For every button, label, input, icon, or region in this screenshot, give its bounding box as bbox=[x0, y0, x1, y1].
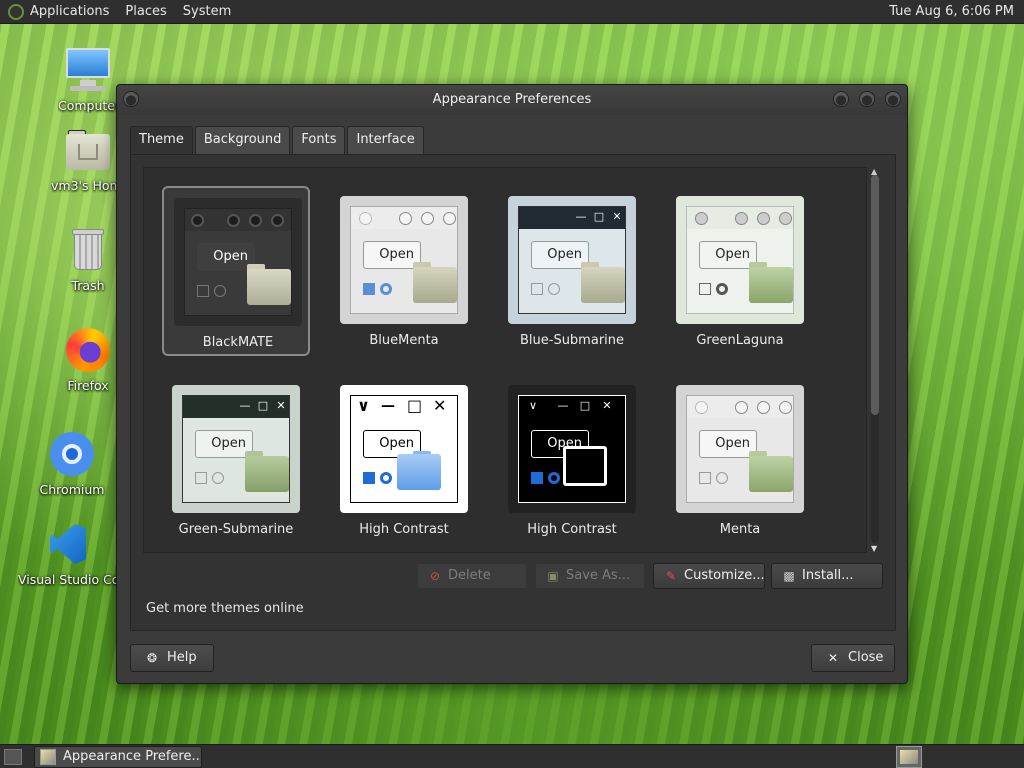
scroll-down-icon[interactable]: ▼ bbox=[871, 544, 877, 553]
taskbar-button-appearance[interactable]: Appearance Prefere... bbox=[34, 746, 202, 768]
scrollbar-thumb[interactable] bbox=[871, 175, 879, 415]
theme-list[interactable]: Open BlackMATE Open BlueMenta — □ ✕ Open… bbox=[143, 167, 867, 553]
install-icon: ▩ bbox=[783, 569, 795, 583]
delete-icon: ⊘ bbox=[429, 569, 441, 583]
firefox-icon bbox=[64, 326, 112, 374]
desktop-icon-vscode[interactable]: Visual Studio Code bbox=[18, 520, 118, 587]
delete-button[interactable]: ⊘ Delete bbox=[417, 563, 527, 589]
theme-name: Menta bbox=[719, 522, 761, 537]
theme-item-green-submarine[interactable]: — □ ✕ Open Green-Submarine bbox=[162, 375, 310, 545]
tab-fonts[interactable]: Fonts bbox=[292, 126, 346, 154]
menu-applications[interactable]: Applications bbox=[30, 4, 109, 19]
theme-name: BlueMenta bbox=[369, 333, 439, 348]
appearance-icon bbox=[40, 749, 56, 765]
window-title: Appearance Preferences bbox=[432, 92, 592, 107]
theme-preview: Open bbox=[676, 385, 804, 513]
save-icon: ▣ bbox=[547, 569, 559, 583]
theme-item-high-contrast-inverse[interactable]: ∨ — □ ✕ Open High Contrast bbox=[498, 375, 646, 545]
theme-item-bluementa[interactable]: Open BlueMenta bbox=[330, 186, 478, 356]
theme-name: GreenLaguna bbox=[696, 333, 784, 348]
desktop-icon-label: Visual Studio Code bbox=[18, 572, 116, 587]
theme-list-scrollbar[interactable]: ▲ ▼ bbox=[868, 167, 882, 553]
theme-name: High Contrast bbox=[527, 522, 617, 537]
tab-bar: Theme Background Fonts Interface bbox=[130, 126, 426, 155]
computer-icon bbox=[64, 46, 112, 94]
theme-item-menta[interactable]: Open Menta bbox=[666, 375, 814, 545]
home-folder-icon bbox=[64, 126, 112, 174]
desktop-icon-label: Chromium bbox=[39, 482, 105, 497]
desktop-icon-chromium[interactable]: Chromium bbox=[22, 430, 122, 497]
close-icon: ✕ bbox=[827, 651, 839, 665]
theme-tab-panel: Open BlackMATE Open BlueMenta — □ ✕ Open… bbox=[130, 154, 896, 631]
close-button[interactable]: ✕ Close bbox=[811, 644, 895, 672]
tab-interface[interactable]: Interface bbox=[347, 126, 424, 154]
theme-item-high-contrast[interactable]: ∨ — □ ✕ Open High Contrast bbox=[330, 375, 478, 545]
save-as-button[interactable]: ▣ Save As... bbox=[535, 563, 645, 589]
theme-item-blue-submarine[interactable]: — □ ✕ Open Blue-Submarine bbox=[498, 186, 646, 356]
customize-button[interactable]: ✎ Customize... bbox=[653, 563, 765, 589]
desktop-icon-label: Computer bbox=[58, 98, 120, 113]
close-window-icon[interactable] bbox=[885, 91, 901, 107]
bottom-panel: Appearance Prefere... bbox=[0, 744, 1024, 768]
install-button[interactable]: ▩ Install... bbox=[771, 563, 883, 589]
get-more-themes-link[interactable]: Get more themes online bbox=[146, 601, 304, 616]
theme-preview: Open bbox=[340, 196, 468, 324]
theme-preview: ∨ — □ ✕ Open bbox=[340, 385, 468, 513]
menu-places[interactable]: Places bbox=[125, 4, 166, 19]
window-titlebar[interactable]: Appearance Preferences bbox=[117, 85, 907, 115]
theme-item-blackmate[interactable]: Open BlackMATE bbox=[162, 186, 310, 356]
theme-name: High Contrast bbox=[359, 522, 449, 537]
theme-name: BlackMATE bbox=[202, 335, 274, 350]
show-desktop-button[interactable] bbox=[4, 749, 22, 765]
customize-icon: ✎ bbox=[665, 569, 677, 583]
vscode-icon bbox=[44, 520, 92, 568]
theme-preview: — □ ✕ Open bbox=[508, 196, 636, 324]
appearance-preferences-window: Appearance Preferences Theme Background … bbox=[116, 84, 908, 684]
theme-item-greenlaguna[interactable]: Open GreenLaguna bbox=[666, 186, 814, 356]
maximize-icon[interactable] bbox=[859, 91, 875, 107]
clock[interactable]: Tue Aug 6, 6:06 PM bbox=[889, 4, 1014, 19]
workspace-switcher[interactable] bbox=[896, 746, 922, 768]
help-icon: ❂ bbox=[146, 651, 158, 665]
minimize-icon[interactable] bbox=[833, 91, 849, 107]
top-panel: Applications Places System Tue Aug 6, 6:… bbox=[0, 0, 1024, 24]
chromium-icon bbox=[48, 430, 96, 478]
theme-preview: — □ ✕ Open bbox=[172, 385, 300, 513]
theme-preview: Open bbox=[174, 198, 302, 326]
trash-icon bbox=[64, 226, 112, 274]
tab-background[interactable]: Background bbox=[194, 126, 291, 154]
window-menu-icon[interactable] bbox=[123, 91, 139, 107]
tab-theme[interactable]: Theme bbox=[130, 126, 193, 155]
theme-preview: ∨ — □ ✕ Open bbox=[508, 385, 636, 513]
mate-menu-icon[interactable] bbox=[8, 3, 24, 20]
theme-preview: Open bbox=[676, 196, 804, 324]
theme-name: Green-Submarine bbox=[178, 522, 294, 537]
desktop-icon-label: vm3's Home bbox=[51, 178, 117, 193]
workspace-thumbnail bbox=[900, 750, 918, 764]
menu-system[interactable]: System bbox=[183, 4, 231, 19]
theme-name: Blue-Submarine bbox=[519, 333, 625, 348]
help-button[interactable]: ❂ Help bbox=[130, 644, 214, 672]
